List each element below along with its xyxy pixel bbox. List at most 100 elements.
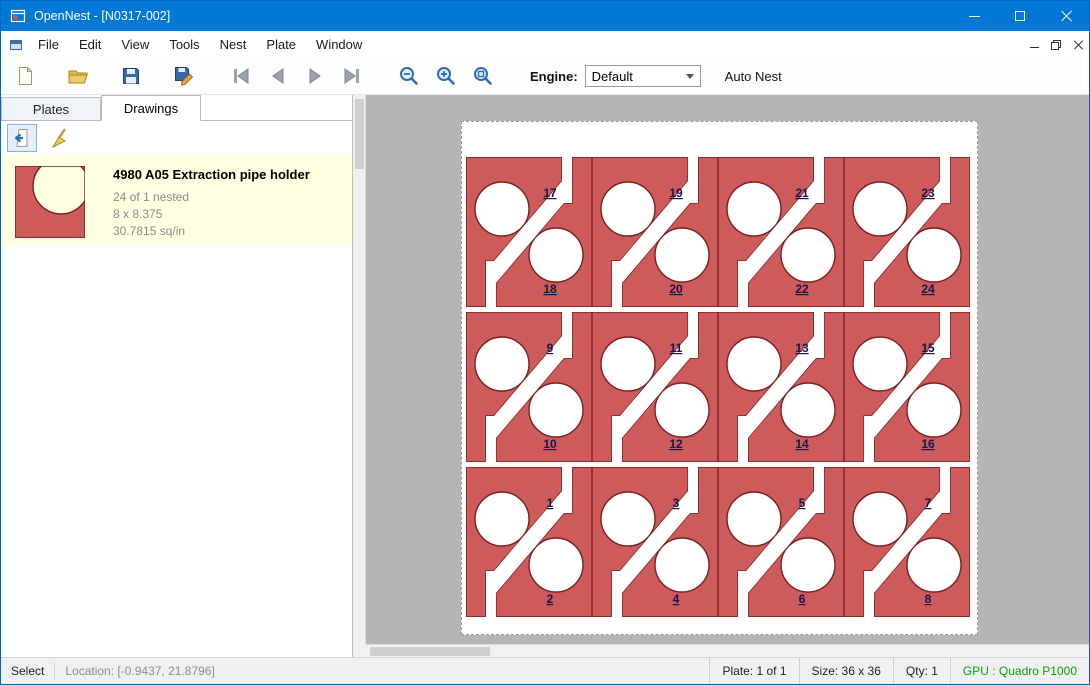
- part-number-label[interactable]: 16: [921, 437, 935, 451]
- left-panel: Plates Drawings: [1, 95, 353, 657]
- save-edit-button[interactable]: [168, 61, 200, 91]
- part-number-label[interactable]: 10: [543, 437, 557, 451]
- insert-drawing-button[interactable]: [7, 124, 37, 152]
- nest-part-pair[interactable]: [718, 312, 844, 462]
- new-document-button[interactable]: [9, 61, 41, 91]
- app-window: OpenNest - [N0317-002] File Edit View To…: [0, 0, 1090, 685]
- status-location: Location: [-0.9437, 21.8796]: [55, 664, 224, 678]
- part-number-label[interactable]: 5: [799, 496, 806, 510]
- menubar: File Edit View Tools Nest Plate Window: [1, 31, 1089, 58]
- part-number-label[interactable]: 9: [547, 341, 554, 355]
- status-size: Size: 36 x 36: [799, 658, 893, 684]
- menu-edit[interactable]: Edit: [69, 32, 111, 57]
- status-plate: Plate: 1 of 1: [709, 658, 798, 684]
- caption-buttons: [951, 1, 1089, 31]
- status-gpu: GPU : Quadro P1000: [950, 658, 1089, 684]
- scrollbar-corner: [353, 644, 366, 657]
- part-number-label[interactable]: 1: [547, 496, 554, 510]
- part-number-label[interactable]: 22: [795, 282, 809, 296]
- tab-plates[interactable]: Plates: [1, 97, 101, 120]
- menu-view[interactable]: View: [111, 32, 159, 57]
- drawing-title: 4980 A05 Extraction pipe holder: [113, 167, 310, 182]
- mdi-restore-icon: [1051, 40, 1061, 50]
- status-qty: Qty: 1: [893, 658, 950, 684]
- part-number-label[interactable]: 23: [921, 186, 935, 200]
- close-button[interactable]: [1043, 1, 1089, 31]
- drawing-list-item[interactable]: 4980 A05 Extraction pipe holder 24 of 1 …: [1, 155, 352, 245]
- plate-sheet: 171819202122232491011121314151612345678: [461, 121, 978, 635]
- nest-part-pair[interactable]: [718, 157, 844, 307]
- menu-plate[interactable]: Plate: [256, 32, 306, 57]
- menu-tools[interactable]: Tools: [159, 32, 209, 57]
- menu-nest[interactable]: Nest: [210, 32, 257, 57]
- part-number-label[interactable]: 14: [795, 437, 809, 451]
- part-number-label[interactable]: 20: [669, 282, 683, 296]
- nest-part-pair[interactable]: [844, 157, 970, 307]
- last-plate-button[interactable]: [336, 61, 368, 91]
- previous-plate-button[interactable]: [262, 61, 294, 91]
- broom-icon: [49, 127, 71, 149]
- part-number-label[interactable]: 21: [795, 186, 809, 200]
- open-button[interactable]: [62, 61, 94, 91]
- part-number-label[interactable]: 11: [670, 341, 683, 355]
- clean-button[interactable]: [45, 124, 75, 152]
- nest-part-pair[interactable]: [844, 467, 970, 617]
- chevron-down-icon: [686, 74, 694, 79]
- minimize-icon: [969, 16, 980, 17]
- mdi-minimize-button[interactable]: [1023, 31, 1045, 58]
- zoom-in-button[interactable]: [430, 61, 462, 91]
- zoom-out-button[interactable]: [393, 61, 425, 91]
- menu-file[interactable]: File: [28, 32, 69, 57]
- engine-value: Default: [592, 69, 633, 84]
- part-number-label[interactable]: 13: [795, 341, 809, 355]
- nest-part-pair[interactable]: [466, 467, 592, 617]
- nest-canvas: 171819202122232491011121314151612345678: [353, 95, 1089, 657]
- part-number-label[interactable]: 7: [925, 496, 932, 510]
- vertical-scrollbar-thumb[interactable]: [355, 99, 364, 169]
- part-number-label[interactable]: 6: [799, 592, 806, 606]
- nest-part-pair[interactable]: [592, 467, 718, 617]
- minimize-button[interactable]: [951, 1, 997, 31]
- nest-part-pair[interactable]: [592, 312, 718, 462]
- main-area: Plates Drawings: [1, 95, 1089, 657]
- drawing-area: 30.7815 sq/in: [113, 223, 310, 240]
- save-button[interactable]: [115, 61, 147, 91]
- titlebar: OpenNest - [N0317-002]: [1, 1, 1089, 31]
- vertical-scrollbar[interactable]: [353, 95, 366, 644]
- nest-part-pair[interactable]: [466, 312, 592, 462]
- part-number-label[interactable]: 4: [673, 592, 680, 606]
- part-number-label[interactable]: 2: [547, 592, 554, 606]
- horizontal-scrollbar-thumb[interactable]: [370, 647, 490, 656]
- zoom-fit-icon: [472, 65, 494, 87]
- zoom-fit-button[interactable]: [467, 61, 499, 91]
- nest-part-pair[interactable]: [592, 157, 718, 307]
- next-plate-button[interactable]: [299, 61, 331, 91]
- status-mode: Select: [1, 664, 54, 678]
- next-plate-icon: [304, 65, 326, 87]
- part-number-label[interactable]: 24: [921, 282, 935, 296]
- part-number-label[interactable]: 3: [673, 496, 680, 510]
- part-number-label[interactable]: 8: [925, 592, 932, 606]
- maximize-button[interactable]: [997, 1, 1043, 31]
- last-plate-icon: [341, 65, 363, 87]
- engine-select[interactable]: Default: [585, 65, 701, 87]
- nest-part-pair[interactable]: [718, 467, 844, 617]
- part-number-label[interactable]: 18: [543, 282, 557, 296]
- menu-window[interactable]: Window: [306, 32, 372, 57]
- part-number-label[interactable]: 15: [921, 341, 935, 355]
- part-number-label[interactable]: 17: [543, 186, 557, 200]
- mdi-close-button[interactable]: [1067, 31, 1089, 58]
- first-plate-button[interactable]: [225, 61, 257, 91]
- horizontal-scrollbar[interactable]: [366, 644, 1089, 657]
- nest-part-pair[interactable]: [466, 157, 592, 307]
- engine-label: Engine:: [530, 69, 578, 84]
- mdi-restore-button[interactable]: [1045, 31, 1067, 58]
- auto-nest-button[interactable]: Auto Nest: [725, 69, 782, 84]
- nest-part-pair[interactable]: [844, 312, 970, 462]
- part-number-label[interactable]: 12: [669, 437, 683, 451]
- statusbar: Select Location: [-0.9437, 21.8796] Plat…: [1, 657, 1089, 684]
- tab-drawings[interactable]: Drawings: [101, 95, 201, 121]
- previous-plate-icon: [267, 65, 289, 87]
- part-number-label[interactable]: 19: [669, 186, 683, 200]
- drawing-nested-count: 24 of 1 nested: [113, 189, 310, 206]
